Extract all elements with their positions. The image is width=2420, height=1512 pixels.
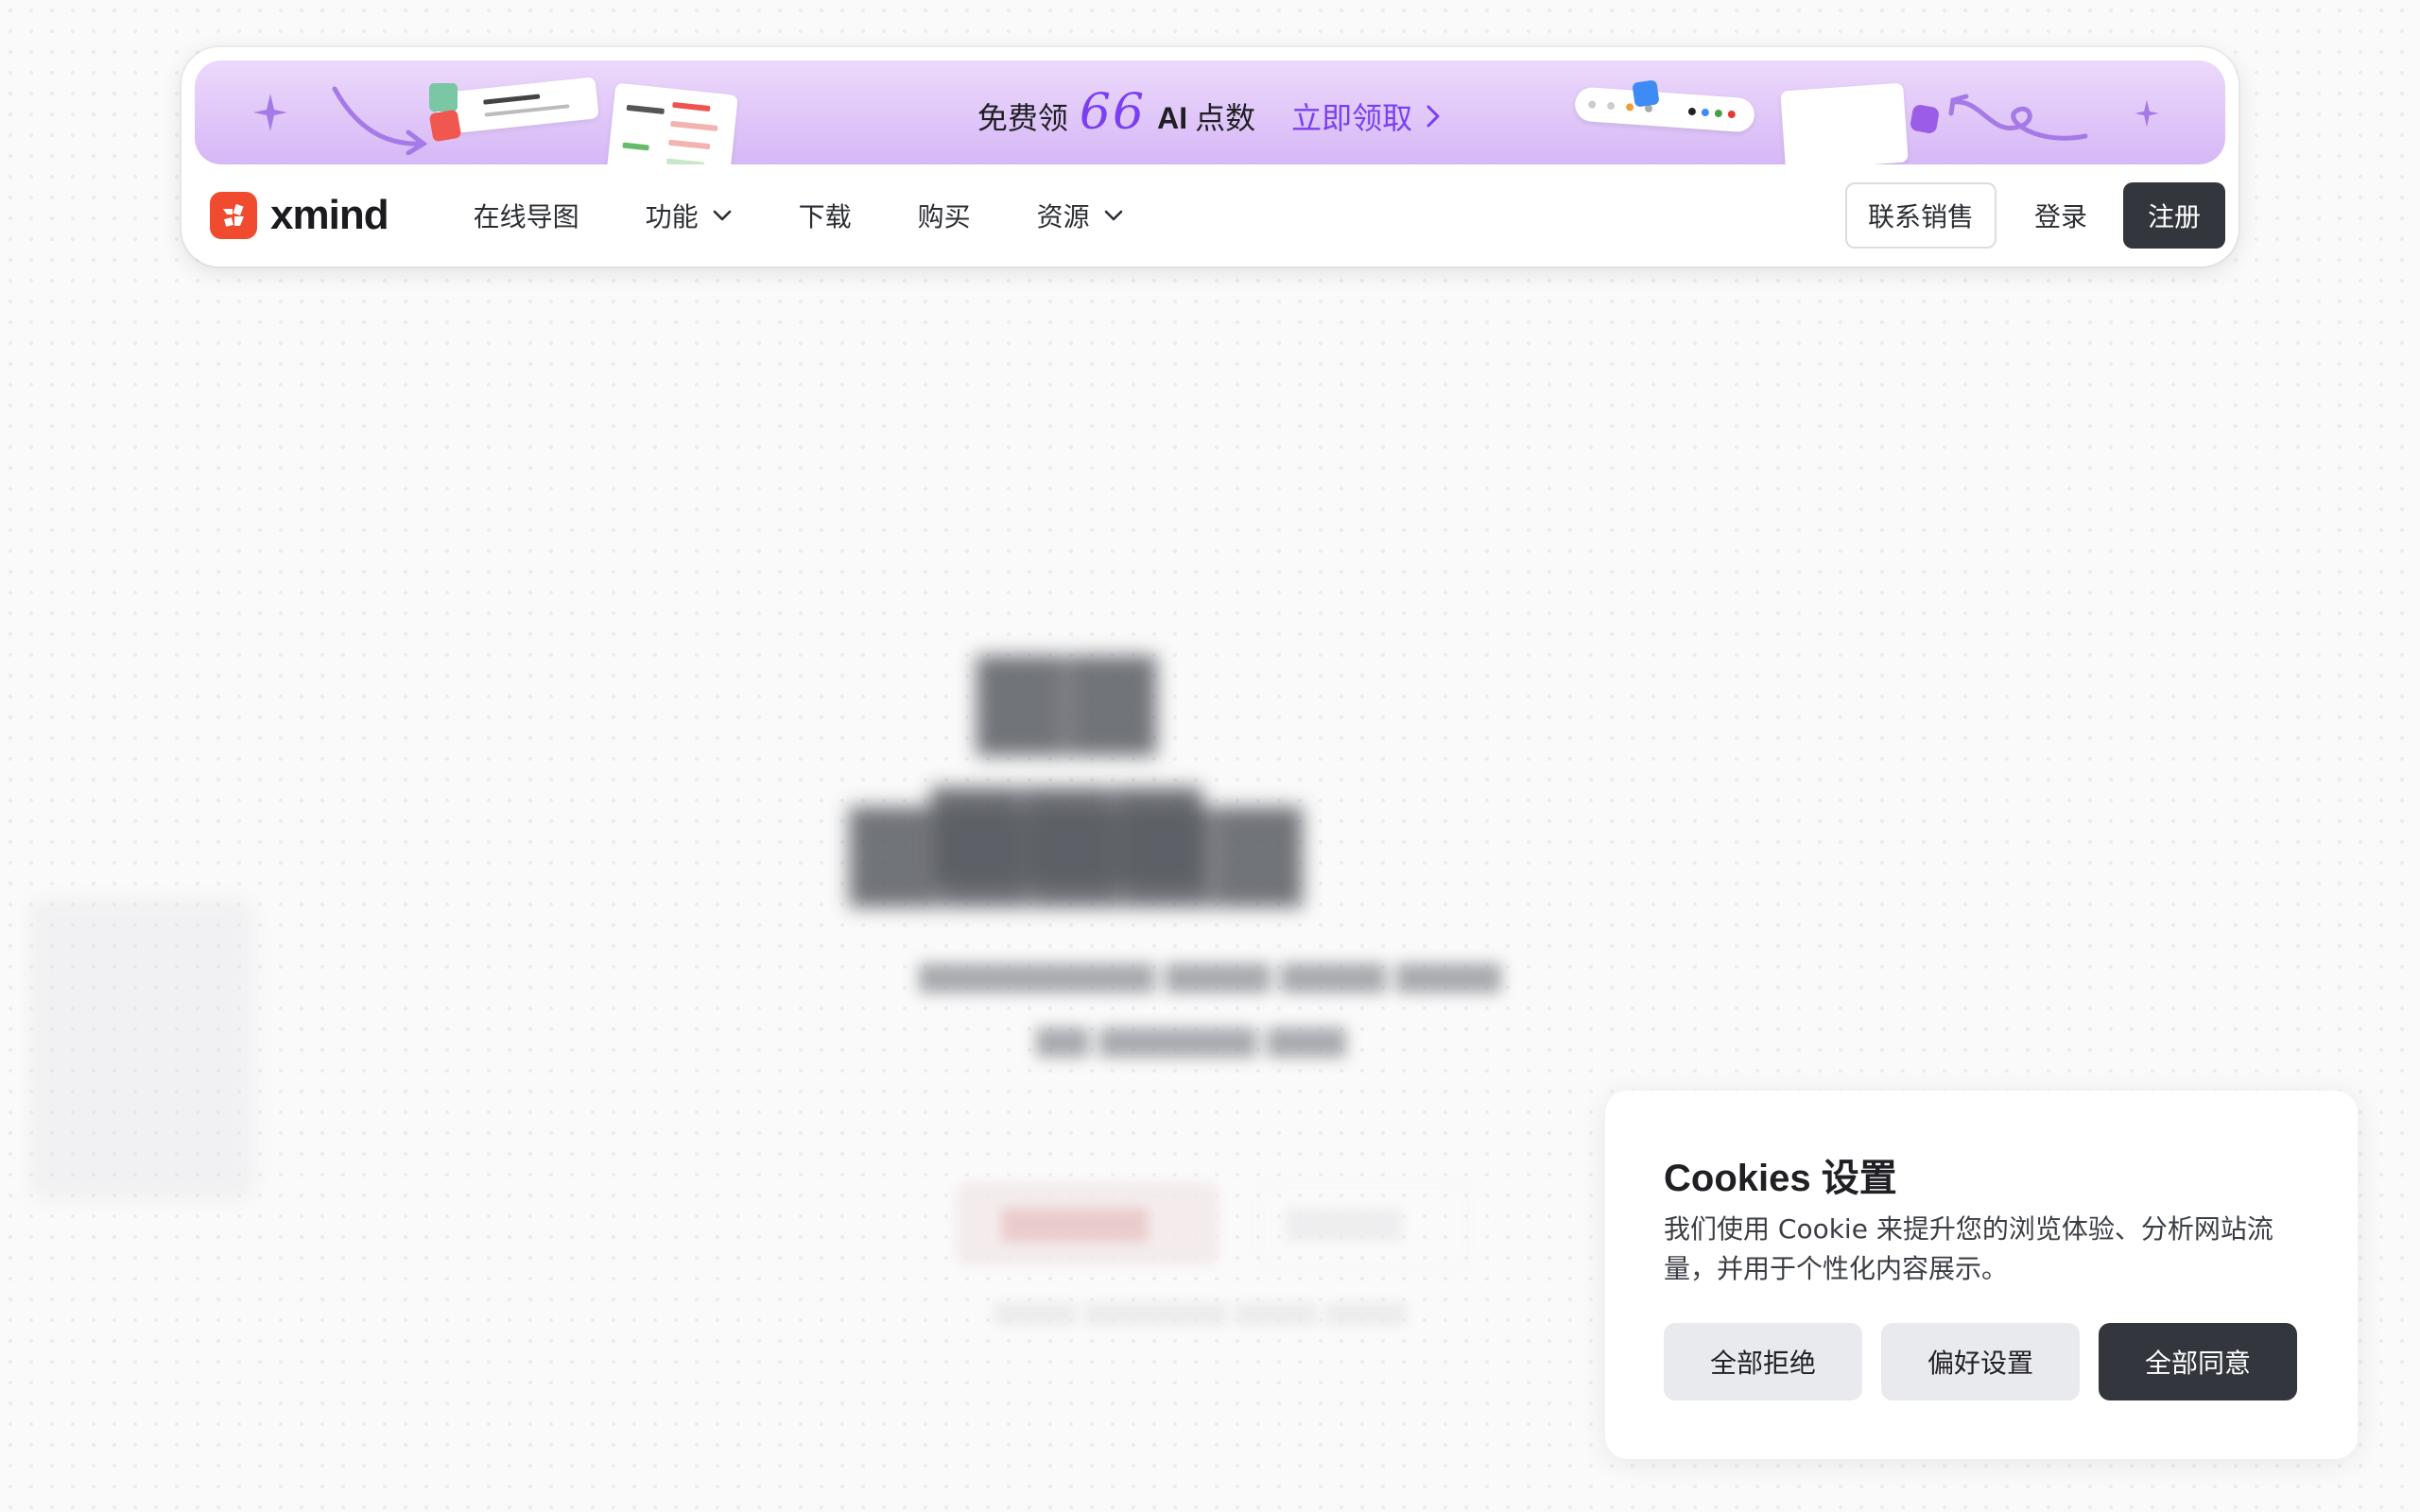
- reject-all-button[interactable]: 全部拒绝: [1664, 1323, 1862, 1400]
- promo-number: 66: [1079, 84, 1147, 141]
- sparkle-icon: [253, 94, 287, 131]
- app-icon: [428, 109, 462, 143]
- brand-name: xmind: [270, 192, 389, 238]
- xmind-logo-icon: [210, 192, 257, 239]
- curved-arrow-icon: [332, 86, 428, 155]
- pen-icon: [1632, 79, 1660, 108]
- contact-sales-button[interactable]: 联系销售: [1844, 182, 1996, 249]
- brand-logo[interactable]: xmind: [210, 192, 389, 239]
- hero-secondary-label-blurred: ▆▆▆▆: [1286, 1198, 1403, 1242]
- signup-button[interactable]: 注册: [2122, 182, 2225, 249]
- nav-item-label: 资源: [1036, 201, 1090, 232]
- promo-claim-label: 立即领取: [1291, 100, 1413, 136]
- nav-item-label: 下载: [798, 201, 852, 232]
- hero-primary-label-blurred: ▆▆▆▆▆: [1002, 1198, 1148, 1242]
- login-button[interactable]: 登录: [2034, 197, 2087, 234]
- hero-side-card-blurred: [28, 898, 255, 1200]
- nav-item-online-mindmap[interactable]: 在线导图: [474, 197, 579, 234]
- hero-title-line-2-blurred: ▆▆▆▆▆: [850, 775, 1305, 906]
- main-nav: xmind 在线导图 功能 下载 购买 资源 联系销售 登录 注册: [182, 164, 2238, 266]
- hero-subtitle-line-1-blurred: ▆▆▆▆▆▆▆▆▆ ▆▆▆▆ ▆▆▆▆ ▆▆▆▆: [919, 954, 1501, 993]
- promo-prefix: 免费领: [977, 100, 1068, 136]
- decorative-toolbar: [1573, 86, 1756, 133]
- promo-claim-link[interactable]: 立即领取: [1291, 94, 1443, 138]
- sparkle-icon: [2135, 99, 2159, 128]
- promo-ai: AI: [1157, 101, 1188, 135]
- nav-item-label: 在线导图: [473, 201, 579, 232]
- nav-item-buy[interactable]: 购买: [918, 197, 971, 234]
- promo-suffix: 点数: [1195, 100, 1256, 136]
- cookie-consent-dialog: Cookies 设置 我们使用 Cookie 来提升您的浏览体验、分析网站流量，…: [1605, 1091, 2358, 1459]
- hero-subtitle-line-2-blurred: ▆▆ ▆▆▆▆▆▆ ▆▆▆: [1036, 1019, 1346, 1057]
- ai-icon: [1909, 103, 1941, 135]
- cookie-description: 我们使用 Cookie 来提升您的浏览体验、分析网站流量，并用于个性化内容展示。: [1664, 1213, 2273, 1284]
- cookie-title: Cookies 设置: [1664, 1158, 1897, 1199]
- site-header: 免费领 66 AI 点数 立即领取 xmind 在线导图 功能 下载 购买 资源…: [182, 47, 2238, 266]
- hero-secondary-button-blurred: [1257, 1181, 1469, 1270]
- image-icon: [429, 83, 458, 112]
- nav-links: 在线导图 功能 下载 购买 资源: [474, 197, 1190, 234]
- preferences-button[interactable]: 偏好设置: [1881, 1323, 2080, 1400]
- chevron-right-icon: [1426, 105, 1440, 128]
- hero-note-blurred: ▆▆▆▆ ▆▆▆▆▆▆▆ ▆▆▆▆ ▆▆▆▆: [994, 1295, 1407, 1326]
- nav-item-resources[interactable]: 资源: [1037, 197, 1124, 234]
- nav-item-label: 功能: [645, 201, 699, 232]
- curly-arrow-icon: [1948, 94, 2088, 141]
- hero-title-line-1-blurred: ▆▆ ▆▆▆: [931, 624, 1205, 886]
- decorative-document-card: [1780, 82, 1909, 164]
- nav-item-features[interactable]: 功能: [646, 197, 733, 234]
- promo-banner[interactable]: 免费领 66 AI 点数 立即领取: [195, 60, 2225, 164]
- chevron-down-icon: [713, 210, 731, 221]
- chevron-down-icon: [1104, 210, 1122, 221]
- nav-item-download[interactable]: 下载: [799, 197, 852, 234]
- decorative-mindmap-card: [606, 82, 738, 164]
- accept-all-button[interactable]: 全部同意: [2099, 1323, 2297, 1400]
- nav-actions: 联系销售 登录 注册: [1844, 182, 2225, 249]
- hero-primary-button-blurred: [955, 1181, 1219, 1266]
- nav-item-label: 购买: [917, 201, 971, 232]
- promo-text: 免费领 66 AI 点数 立即领取: [977, 84, 1443, 141]
- cookie-actions: 全部拒绝 偏好设置 全部同意: [1664, 1323, 2297, 1400]
